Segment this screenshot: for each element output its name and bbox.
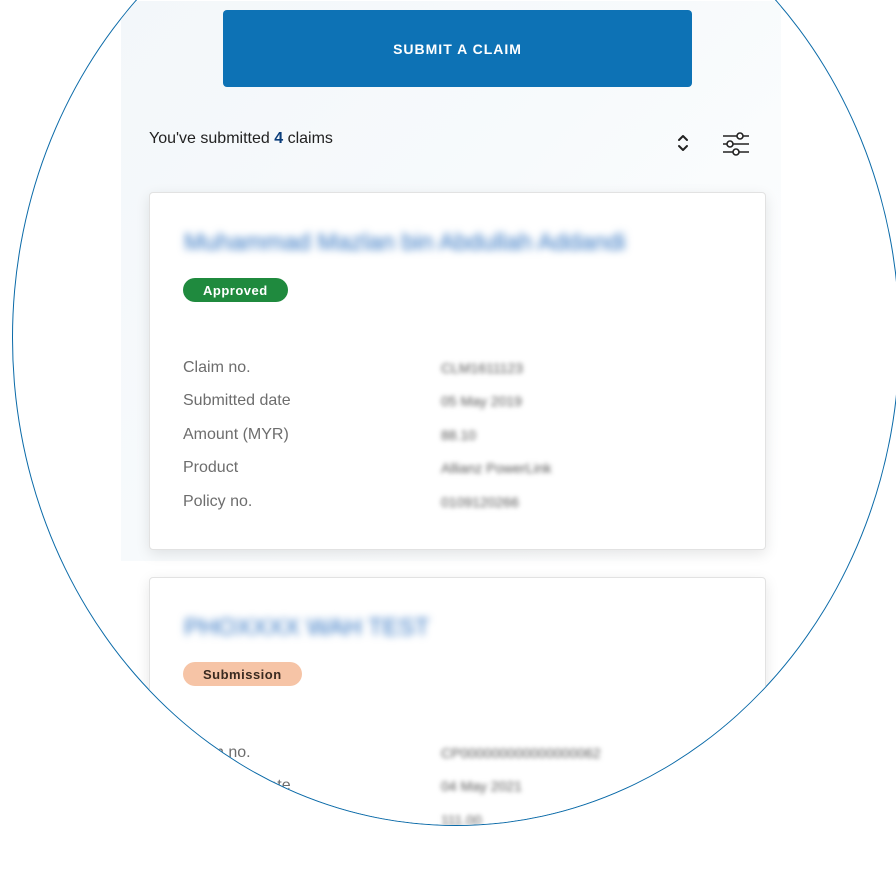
detail-row: Amount (MYR) 111.00 (183, 803, 601, 826)
detail-value: 0109120266 (441, 493, 519, 510)
claims-count-prefix: You've submitted (149, 130, 270, 147)
claim-card[interactable]: Muhammad Mazlan bin Abdullah Addandi App… (149, 192, 766, 550)
detail-row: Amount (MYR) 88.10 (183, 418, 552, 452)
filter-icon[interactable] (721, 130, 751, 158)
claim-details: Claim no. CP000000000000000062 Submitted… (183, 736, 601, 826)
claim-card[interactable]: PHOXXXX WAH TEST Submission Claim no. CP… (149, 577, 766, 826)
detail-value: 88.10 (441, 426, 477, 443)
claimant-name[interactable]: PHOXXXX WAH TEST (184, 614, 429, 642)
claims-count-suffix: claims (287, 130, 333, 147)
magnified-view: SUBMIT A CLAIM You've submitted 4 claims… (12, 0, 896, 826)
detail-row: Claim no. CP000000000000000062 (183, 736, 601, 770)
detail-value: CP000000000000000062 (441, 744, 601, 761)
detail-label: Product (183, 459, 239, 477)
detail-label: Submitted date (183, 392, 291, 410)
detail-label: Amount (MYR) (183, 425, 289, 443)
detail-label: Claim no. (183, 358, 251, 376)
status-badge: Approved (183, 278, 288, 302)
detail-label: Claim no. (183, 743, 251, 761)
detail-row: Policy no. 0109120266 (183, 485, 552, 519)
detail-label: Amount (MYR) (183, 810, 289, 826)
detail-row: Product Allianz PowerLink (183, 452, 552, 486)
detail-value: 04 May 2021 (441, 778, 522, 795)
claims-count: You've submitted 4 claims (149, 130, 333, 148)
claims-count-number: 4 (274, 130, 284, 147)
claimant-name[interactable]: Muhammad Mazlan bin Abdullah Addandi (184, 229, 626, 257)
detail-label: Submitted date (183, 777, 291, 795)
sort-icon[interactable] (673, 131, 693, 155)
detail-row: Submitted date 05 May 2019 (183, 385, 552, 419)
detail-value: 111.00 (441, 811, 482, 826)
claim-details: Claim no. CLM1611123 Submitted date 05 M… (183, 351, 552, 519)
detail-row: Submitted date 04 May 2021 (183, 770, 601, 804)
status-badge: Submission (183, 662, 302, 686)
detail-value: 05 May 2019 (441, 393, 522, 410)
submit-claim-button[interactable]: SUBMIT A CLAIM (223, 10, 692, 87)
detail-value: CLM1611123 (441, 359, 523, 376)
detail-value: Allianz PowerLink (441, 460, 552, 477)
detail-label: Policy no. (183, 492, 253, 510)
detail-row: Claim no. CLM1611123 (183, 351, 552, 385)
